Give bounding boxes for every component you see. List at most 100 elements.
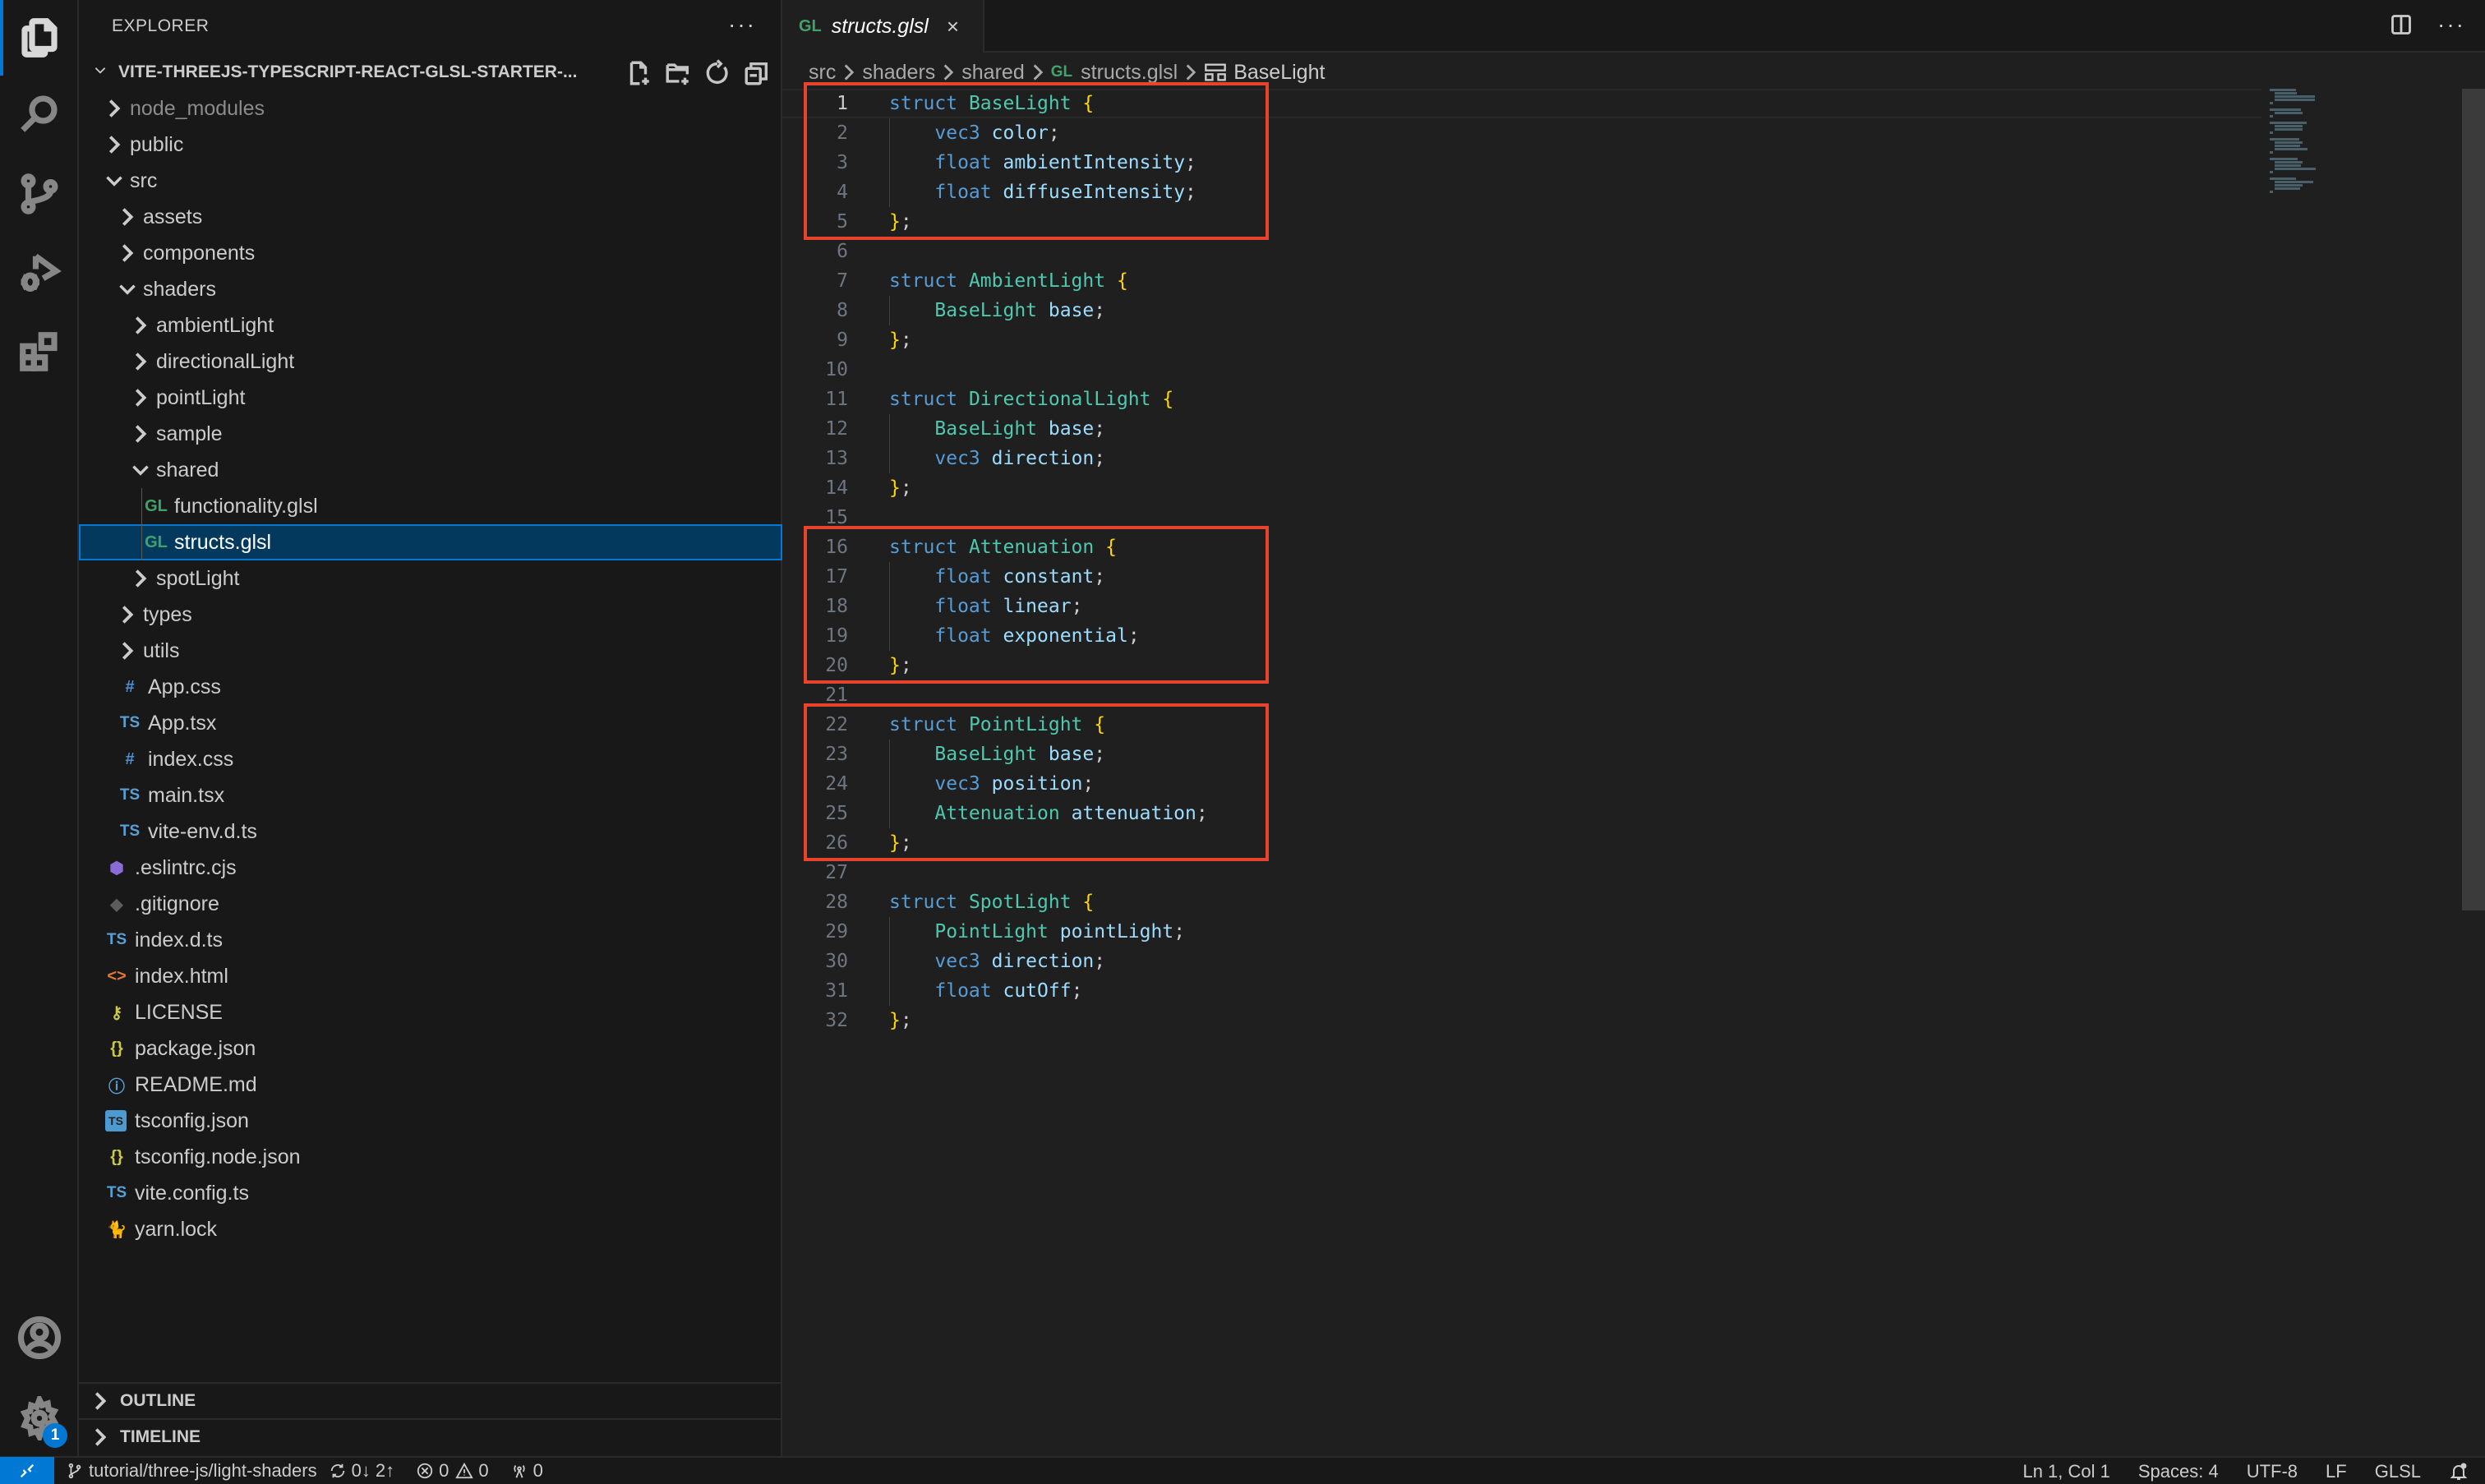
tree-file[interactable]: TS App.tsx [79, 705, 782, 741]
code-editor[interactable]: 1 struct BaseLight {2 vec3 color; 3 float … [782, 82, 2261, 1035]
new-folder-icon[interactable] [664, 59, 692, 87]
tree-item-label: .gitignore [135, 892, 219, 915]
code-line[interactable]: 14}; [782, 473, 2261, 503]
css-file-icon: # [125, 677, 135, 696]
code-line[interactable]: 8 BaseLight base; [782, 296, 2261, 325]
tree-file[interactable]: # index.css [79, 741, 782, 777]
tree-folder[interactable]: pointLight [79, 380, 782, 416]
collapse-all-icon[interactable] [743, 59, 771, 87]
code-line[interactable]: 10 [782, 355, 2261, 385]
chevron-right-icon [943, 64, 954, 81]
end-of-line[interactable]: LF [2326, 1461, 2347, 1482]
tree-file[interactable]: ⓘ README.md [79, 1067, 782, 1103]
activity-extensions[interactable] [0, 314, 79, 389]
activity-run-debug[interactable] [0, 235, 79, 311]
tree-folder[interactable]: node_modules [79, 90, 782, 127]
breadcrumb-shaders[interactable]: shaders [862, 61, 935, 85]
cursor-position[interactable]: Ln 1, Col 1 [2022, 1461, 2109, 1482]
chevron-right-icon [115, 208, 140, 226]
tree-file[interactable]: GL functionality.glsl [79, 488, 782, 524]
minimap-line [2270, 158, 2298, 160]
ports-indicator[interactable]: 0 [510, 1460, 543, 1482]
code-line[interactable]: 7 struct AmbientLight { [782, 266, 2261, 296]
code-line[interactable]: 9}; [782, 325, 2261, 355]
line-number: 27 [825, 862, 848, 883]
tree-folder[interactable]: spotLight [79, 560, 782, 597]
tree-file[interactable]: ⚷ LICENSE [79, 994, 782, 1030]
tree-file[interactable]: 🐈 yarn.lock [79, 1211, 782, 1247]
tree-folder[interactable]: directionalLight [79, 343, 782, 380]
activity-manage[interactable]: 1 [0, 1380, 79, 1456]
editor-area: GL structs.glsl × ··· src shaders shared… [782, 0, 2485, 1456]
tab-structs-glsl[interactable]: GL structs.glsl × [782, 0, 984, 53]
tree-file[interactable]: TS vite.config.ts [79, 1175, 782, 1211]
notifications-bell-icon[interactable] [2449, 1462, 2469, 1482]
activity-search[interactable] [0, 76, 79, 151]
outline-section[interactable]: OUTLINE [79, 1382, 782, 1418]
language-mode[interactable]: GLSL [2375, 1461, 2421, 1482]
code-line[interactable]: 29 PointLight pointLight; [782, 917, 2261, 947]
tree-folder[interactable]: types [79, 597, 782, 633]
tree-folder[interactable]: shared [79, 452, 782, 488]
new-file-icon[interactable] [625, 59, 652, 87]
remote-indicator[interactable] [0, 1457, 54, 1484]
tree-file[interactable]: {} package.json [79, 1030, 782, 1067]
code-line[interactable]: 6 [782, 237, 2261, 266]
tree-file[interactable]: ⬢ .eslintrc.cjs [79, 850, 782, 886]
breadcrumb-file[interactable]: structs.glsl [1081, 61, 1178, 85]
tree-file[interactable]: # App.css [79, 669, 782, 705]
code-line[interactable]: 28 struct SpotLight { [782, 887, 2261, 917]
code-line[interactable]: 31 float cutOff; [782, 976, 2261, 1006]
tree-item-label: types [143, 602, 192, 626]
code-line[interactable]: 32}; [782, 1006, 2261, 1035]
code-line[interactable]: 11 struct DirectionalLight { [782, 385, 2261, 414]
sync-indicator[interactable]: 0↓ 2↑ [329, 1460, 394, 1482]
tree-folder[interactable]: public [79, 127, 782, 163]
tree-file[interactable]: ◆ .gitignore [79, 886, 782, 922]
breadcrumb-shared[interactable]: shared [961, 61, 1024, 85]
code-line[interactable]: 30 vec3 direction; [782, 947, 2261, 976]
tree-file[interactable]: TS index.d.ts [79, 922, 782, 958]
tree-item-label: shared [156, 458, 219, 482]
close-icon[interactable]: × [947, 14, 959, 39]
tree-file[interactable]: <> index.html [79, 958, 782, 994]
tree-file[interactable]: TS vite-env.d.ts [79, 813, 782, 850]
branch-indicator[interactable]: tutorial/three-js/light-shaders [66, 1460, 317, 1482]
indentation[interactable]: Spaces: 4 [2138, 1461, 2219, 1482]
tree-file[interactable]: GL structs.glsl [79, 524, 782, 560]
minimap[interactable] [2270, 89, 2335, 204]
tree-item-label: LICENSE [135, 1000, 223, 1024]
tree-folder[interactable]: src [79, 163, 782, 199]
tree-file[interactable]: {} tsconfig.node.json [79, 1139, 782, 1175]
tree-folder[interactable]: shaders [79, 271, 782, 307]
split-editor-icon[interactable] [2390, 13, 2413, 36]
minimap-line [2270, 108, 2301, 111]
tree-item-label: components [143, 241, 256, 265]
vertical-scrollbar[interactable] [2462, 89, 2485, 910]
tree-file[interactable]: TS tsconfig.json [79, 1103, 782, 1139]
activity-accounts[interactable] [0, 1300, 79, 1376]
encoding[interactable]: UTF-8 [2247, 1461, 2298, 1482]
line-number: 8 [837, 300, 848, 321]
tree-folder[interactable]: ambientLight [79, 307, 782, 343]
breadcrumb-symbol[interactable]: BaseLight [1233, 61, 1325, 85]
root-folder[interactable]: VITE-THREEJS-TYPESCRIPT-REACT-GLSL-START… [79, 54, 782, 90]
tree-file[interactable]: TS main.tsx [79, 777, 782, 813]
code-line[interactable]: 13 vec3 direction; [782, 444, 2261, 473]
tree-folder[interactable]: utils [79, 633, 782, 669]
tree-folder[interactable]: components [79, 235, 782, 271]
breadcrumb-src[interactable]: src [809, 61, 836, 85]
refresh-icon[interactable] [703, 59, 731, 87]
more-actions-button[interactable]: ··· [2437, 12, 2465, 38]
tree-item-label: shaders [143, 277, 216, 301]
timeline-section[interactable]: TIMELINE [79, 1418, 782, 1454]
tree-item-label: functionality.glsl [174, 494, 318, 518]
activity-source-control[interactable] [0, 156, 79, 232]
activity-explorer[interactable] [0, 0, 79, 76]
tree-folder[interactable]: assets [79, 199, 782, 235]
code-line[interactable]: 27 [782, 858, 2261, 887]
problems-indicator[interactable]: 0 0 [416, 1460, 489, 1482]
code-line[interactable]: 12 BaseLight base; [782, 414, 2261, 444]
tree-folder[interactable]: sample [79, 416, 782, 452]
explorer-more-button[interactable]: ··· [728, 12, 756, 38]
